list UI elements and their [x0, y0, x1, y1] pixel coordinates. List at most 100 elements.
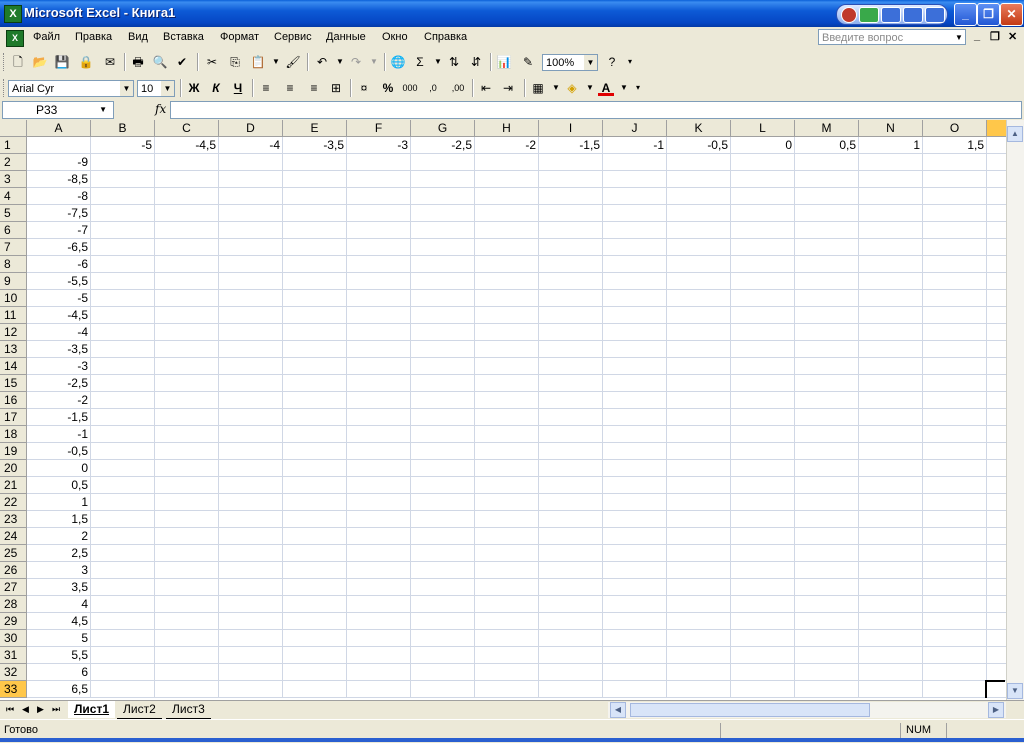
email-icon[interactable]: ✉ [102, 54, 118, 70]
cell[interactable] [667, 205, 731, 222]
ask-question-input[interactable]: Введите вопрос [818, 29, 966, 45]
cell[interactable] [539, 273, 603, 290]
autosum-dropdown-icon[interactable]: ▼ [430, 54, 446, 70]
cell[interactable] [347, 273, 411, 290]
cell[interactable] [795, 307, 859, 324]
cell[interactable] [347, 324, 411, 341]
cell[interactable] [859, 511, 923, 528]
cell[interactable] [411, 647, 475, 664]
cell[interactable]: 1 [27, 494, 91, 511]
cell[interactable] [987, 341, 1006, 358]
cell[interactable] [795, 154, 859, 171]
scroll-up-icon[interactable]: ▲ [1007, 126, 1023, 142]
cell[interactable]: -3 [27, 358, 91, 375]
scroll-left-icon[interactable]: ◀ [610, 702, 626, 718]
cell[interactable] [91, 358, 155, 375]
sheet-tab-1[interactable]: Лист1 [68, 701, 116, 718]
cell[interactable] [347, 443, 411, 460]
cell[interactable] [603, 477, 667, 494]
cell[interactable] [731, 239, 795, 256]
cell[interactable]: 6,5 [27, 681, 91, 698]
cell[interactable] [283, 545, 347, 562]
cell[interactable] [539, 341, 603, 358]
cell[interactable] [603, 188, 667, 205]
cell[interactable] [603, 664, 667, 681]
cell[interactable] [923, 528, 987, 545]
row-header[interactable]: 12 [0, 324, 27, 341]
cell[interactable] [731, 324, 795, 341]
cell[interactable] [411, 596, 475, 613]
row-header[interactable]: 10 [0, 290, 27, 307]
cell[interactable] [283, 307, 347, 324]
cell[interactable] [667, 171, 731, 188]
function-icon[interactable]: fx [155, 102, 166, 116]
cell[interactable] [795, 579, 859, 596]
cell[interactable] [539, 494, 603, 511]
cell[interactable] [859, 188, 923, 205]
cell[interactable] [667, 545, 731, 562]
split-box[interactable] [985, 680, 1005, 698]
cell[interactable] [347, 613, 411, 630]
sheet-tab-3[interactable]: Лист3 [166, 701, 211, 719]
cell[interactable] [283, 426, 347, 443]
cell[interactable] [859, 324, 923, 341]
cell[interactable] [475, 511, 539, 528]
cell[interactable] [667, 596, 731, 613]
cell[interactable] [859, 205, 923, 222]
cell[interactable] [155, 375, 219, 392]
cell[interactable] [923, 358, 987, 375]
cell[interactable] [667, 647, 731, 664]
cell[interactable] [987, 171, 1006, 188]
cell[interactable] [795, 375, 859, 392]
cell[interactable] [987, 307, 1006, 324]
cell[interactable] [923, 562, 987, 579]
cell[interactable] [603, 324, 667, 341]
cell[interactable] [603, 613, 667, 630]
doc-restore-icon[interactable]: ❐ [990, 30, 1000, 43]
cell[interactable] [219, 375, 283, 392]
sort-ascending-icon[interactable]: ⇅ [446, 54, 462, 70]
cell[interactable] [539, 358, 603, 375]
maximize-button[interactable]: ❐ [977, 3, 1000, 26]
cell[interactable] [795, 188, 859, 205]
cell[interactable]: -4 [219, 137, 283, 154]
cell[interactable] [91, 256, 155, 273]
cell[interactable] [603, 562, 667, 579]
cell[interactable] [603, 460, 667, 477]
cell[interactable] [923, 273, 987, 290]
scroll-down-icon[interactable]: ▼ [1007, 683, 1023, 699]
cell[interactable] [475, 239, 539, 256]
resize-icon[interactable] [925, 7, 945, 23]
cell[interactable] [667, 256, 731, 273]
increase-indent-icon[interactable]: ⇥ [500, 80, 516, 96]
cell[interactable] [731, 171, 795, 188]
cell[interactable] [987, 154, 1006, 171]
column-header[interactable]: K [667, 120, 731, 137]
cell[interactable] [987, 630, 1006, 647]
cell[interactable] [923, 188, 987, 205]
cell[interactable] [603, 307, 667, 324]
cell[interactable] [859, 358, 923, 375]
row-header[interactable]: 3 [0, 171, 27, 188]
cell[interactable] [347, 579, 411, 596]
column-header[interactable]: H [475, 120, 539, 137]
cell[interactable] [411, 494, 475, 511]
cell[interactable] [155, 307, 219, 324]
cell[interactable] [795, 545, 859, 562]
cell[interactable]: 1,5 [923, 137, 987, 154]
cell[interactable] [667, 460, 731, 477]
cell[interactable] [475, 596, 539, 613]
cell[interactable] [411, 409, 475, 426]
cell[interactable] [539, 239, 603, 256]
row-header[interactable]: 29 [0, 613, 27, 630]
cell[interactable] [347, 511, 411, 528]
open-icon[interactable]: 📂 [32, 54, 48, 70]
cell[interactable] [283, 324, 347, 341]
cell[interactable] [987, 358, 1006, 375]
cell[interactable] [987, 205, 1006, 222]
excel-app-icon[interactable]: X [4, 5, 22, 23]
cell[interactable] [987, 477, 1006, 494]
cell[interactable] [91, 222, 155, 239]
cell[interactable] [731, 664, 795, 681]
cell[interactable] [667, 494, 731, 511]
